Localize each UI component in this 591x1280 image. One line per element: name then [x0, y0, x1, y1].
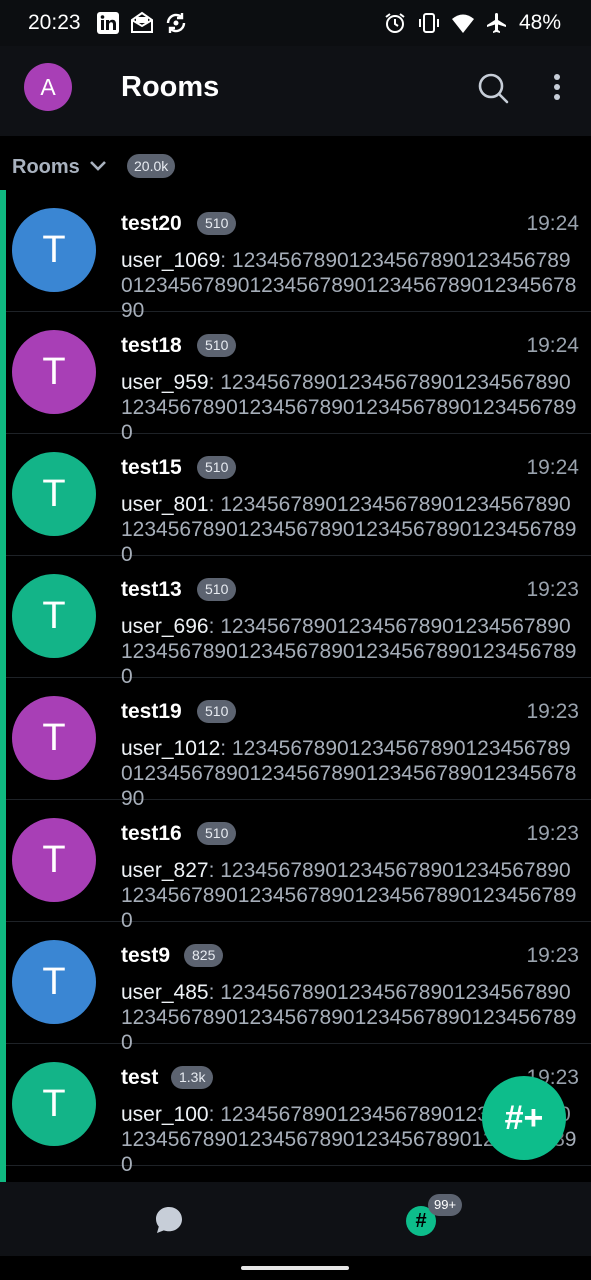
room-timestamp: 19:24 [526, 212, 579, 235]
unread-indicator [0, 922, 6, 1044]
status-time: 20:23 [28, 11, 81, 34]
section-count-badge: 20.0k [127, 154, 176, 178]
unread-indicator [0, 434, 6, 556]
unread-count-badge: 510 [197, 822, 237, 845]
room-avatar: T [12, 696, 96, 780]
message-sender: user_485 [121, 981, 209, 1004]
room-avatar: T [12, 818, 96, 902]
status-notification-icons [96, 11, 188, 35]
room-timestamp: 19:24 [526, 456, 579, 479]
room-avatar: T [12, 452, 96, 536]
room-name: test15 [121, 456, 182, 479]
page-title: Rooms [121, 71, 220, 103]
battery-level: 48% [518, 11, 561, 34]
room-row[interactable]: T test16 510 19:23 user_827: 12345678901… [0, 800, 591, 932]
unread-count-badge: 510 [197, 700, 237, 723]
message-sender: user_1012 [121, 737, 221, 760]
bottom-navigation: # 99+ [0, 1182, 591, 1256]
unread-indicator [0, 1166, 6, 1182]
room-avatar: T [12, 208, 96, 292]
room-name: test [121, 1066, 159, 1089]
room-avatar: T [12, 940, 96, 1024]
room-name: test13 [121, 578, 182, 601]
top-app-bar: A Rooms [0, 46, 591, 136]
status-bar: 20:23 48% [0, 0, 591, 46]
chat-bubble-icon[interactable] [153, 1204, 185, 1236]
room-name: test18 [121, 334, 182, 357]
alarm-icon [385, 13, 405, 33]
create-room-button[interactable]: #+ [482, 1076, 566, 1160]
room-row[interactable]: T test15 510 19:24 user_801: 12345678901… [0, 434, 591, 566]
room-avatar: T [12, 1062, 96, 1146]
unread-indicator [0, 190, 6, 312]
unread-indicator [0, 800, 6, 922]
unread-indicator [0, 678, 6, 800]
rooms-nav-glyph: # [415, 1209, 427, 1232]
linkedin-icon [97, 12, 119, 34]
unread-count-badge: 510 [197, 578, 237, 601]
sync-icon [166, 13, 186, 33]
room-avatar: T [12, 574, 96, 658]
room-row[interactable] [0, 1166, 591, 1182]
create-room-icon: #+ [504, 1098, 544, 1137]
unread-count-badge: 510 [197, 212, 237, 235]
chevron-down-icon [90, 161, 106, 171]
section-label: Rooms [12, 156, 80, 178]
status-system-icons: 48% [383, 11, 561, 35]
message-sender: user_801 [121, 493, 209, 516]
unread-count-badge: 510 [197, 334, 237, 357]
search-icon[interactable] [476, 71, 510, 105]
room-name: test20 [121, 212, 182, 235]
gesture-navigation-area [0, 1256, 591, 1280]
room-timestamp: 19:23 [526, 822, 579, 845]
room-avatar: T [12, 330, 96, 414]
user-avatar[interactable]: A [24, 63, 72, 111]
room-timestamp: 19:23 [526, 578, 579, 601]
room-row[interactable]: T test13 510 19:23 user_696: 12345678901… [0, 556, 591, 688]
message-sender: user_959 [121, 371, 209, 394]
unread-count-badge: 825 [184, 944, 224, 967]
room-name: test16 [121, 822, 182, 845]
airplane-icon [486, 13, 506, 33]
room-row[interactable]: T test19 510 19:23 user_1012: 1234567890… [0, 678, 591, 810]
wifi-icon [451, 14, 474, 33]
room-timestamp: 19:23 [526, 944, 579, 967]
rooms-nav-badge: 99+ [428, 1194, 463, 1216]
more-options-icon[interactable] [545, 71, 569, 105]
unread-indicator [0, 556, 6, 678]
user-avatar-initial: A [40, 73, 56, 100]
home-gesture-bar[interactable] [241, 1266, 349, 1270]
room-row[interactable]: T test20 510 19:24 user_1069: 1234567890… [0, 190, 591, 322]
unread-count-badge: 1.3k [171, 1066, 214, 1089]
room-row[interactable]: T test18 510 19:24 user_959: 12345678901… [0, 312, 591, 444]
rooms-section-header[interactable]: Rooms 20.0k [0, 136, 591, 190]
room-timestamp: 19:24 [526, 334, 579, 357]
room-list: T test20 510 19:24 user_1069: 1234567890… [0, 190, 591, 1182]
message-sender: user_696 [121, 615, 209, 638]
room-name: test19 [121, 700, 182, 723]
unread-indicator [0, 312, 6, 434]
room-row[interactable]: T test9 825 19:23 user_485: 123456789012… [0, 922, 591, 1054]
unread-count-badge: 510 [197, 456, 237, 479]
vibrate-icon [418, 13, 439, 33]
mail-icon [131, 11, 153, 33]
message-sender: user_827 [121, 859, 209, 882]
room-timestamp: 19:23 [526, 700, 579, 723]
room-name: test9 [121, 944, 171, 967]
message-sender: user_1069 [121, 249, 221, 272]
unread-indicator [0, 1044, 6, 1166]
message-sender: user_100 [121, 1103, 209, 1126]
